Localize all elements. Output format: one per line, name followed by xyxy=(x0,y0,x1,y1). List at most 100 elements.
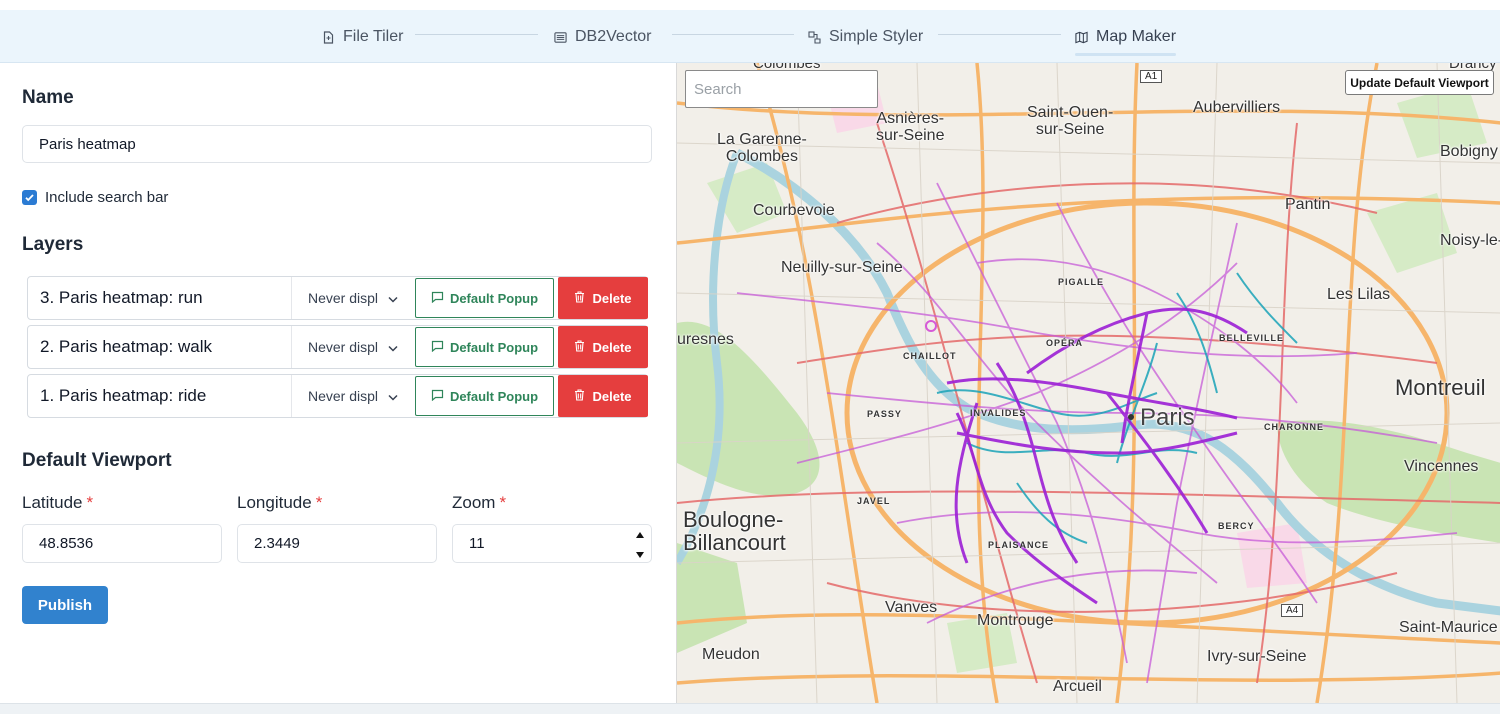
comment-icon xyxy=(431,340,444,355)
place-label: Meudon xyxy=(702,646,760,663)
layer-row: 2. Paris heatmap: walk Never displ Defau… xyxy=(27,325,648,369)
latitude-label-text: Latitude xyxy=(22,493,83,512)
place-label: Bobigny xyxy=(1440,143,1498,160)
place-label: Noisy-le- xyxy=(1440,232,1500,249)
trash-icon xyxy=(574,388,585,404)
neighborhood-label: INVALIDES xyxy=(970,408,1027,418)
required-mark: * xyxy=(499,493,507,512)
place-label: Arcueil xyxy=(1053,678,1102,695)
zoom-value: 11 xyxy=(469,535,485,552)
zoom-stepper[interactable] xyxy=(635,531,645,559)
neighborhood-label: PIGALLE xyxy=(1058,277,1105,287)
tab-label: File Tiler xyxy=(343,28,404,45)
include-search-label: Include search bar xyxy=(45,189,169,206)
nav-connector xyxy=(672,34,794,35)
layer-row: 3. Paris heatmap: run Never displ Defaul… xyxy=(27,276,648,320)
trash-icon xyxy=(574,339,585,355)
place-label: Saint-Maurice xyxy=(1399,619,1498,636)
default-popup-button[interactable]: Default Popup xyxy=(415,327,554,367)
place-label: Vanves xyxy=(885,599,938,616)
tab-label: Map Maker xyxy=(1096,28,1177,45)
layer-display-value: Never displ xyxy=(308,290,379,306)
default-viewport-heading: Default Viewport xyxy=(22,450,172,471)
zoom-label-text: Zoom xyxy=(452,493,496,512)
place-label: La Garenne- Colombes xyxy=(717,131,807,165)
tab-map-maker[interactable]: Map Maker xyxy=(1075,22,1177,56)
database-icon xyxy=(554,31,567,44)
layer-name: 1. Paris heatmap: ride xyxy=(40,386,207,405)
step-down-icon[interactable] xyxy=(635,551,645,559)
map-view[interactable]: Colombes Drancy Asnières- sur-Seine Sain… xyxy=(676,63,1500,703)
park-meudon xyxy=(677,543,747,653)
chevron-down-icon xyxy=(388,339,398,355)
default-popup-button[interactable]: Default Popup xyxy=(415,278,554,318)
required-mark: * xyxy=(315,493,323,512)
latitude-input[interactable]: 48.8536 xyxy=(22,524,222,563)
delete-layer-button[interactable]: Delete xyxy=(558,326,648,368)
place-label: uresnes xyxy=(677,331,734,348)
update-default-viewport-button[interactable]: Update Default Viewport xyxy=(1345,70,1494,95)
tab-label: Simple Styler xyxy=(829,28,924,45)
delete-label: Delete xyxy=(592,290,632,306)
nav-connector xyxy=(938,34,1061,35)
top-strip xyxy=(0,0,1500,10)
place-label: Saint-Ouen- sur-Seine xyxy=(1027,104,1114,138)
delete-layer-button[interactable]: Delete xyxy=(558,375,648,417)
longitude-value: 2.3449 xyxy=(254,535,300,552)
palette-icon xyxy=(808,30,821,44)
layer-display-value: Never displ xyxy=(308,388,379,404)
neighborhood-label: PLAISANCE xyxy=(988,540,1050,550)
tab-simple-styler[interactable]: Simple Styler xyxy=(808,22,923,52)
layer-name: 3. Paris heatmap: run xyxy=(40,288,203,307)
publish-button[interactable]: Publish xyxy=(22,586,108,624)
zoom-input[interactable]: 11 xyxy=(452,524,652,563)
comment-icon xyxy=(431,389,444,404)
bottom-bar xyxy=(0,703,1500,714)
place-label-paris: Paris xyxy=(1140,404,1195,431)
neighborhood-label: OPÉRA xyxy=(1046,338,1084,348)
layer-display-select[interactable]: Never displ xyxy=(291,375,412,417)
delete-layer-button[interactable]: Delete xyxy=(558,277,648,319)
tab-label: DB2Vector xyxy=(575,28,652,45)
road-shield-a4: A4 xyxy=(1281,604,1304,617)
default-popup-button[interactable]: Default Popup xyxy=(415,376,554,416)
chevron-down-icon xyxy=(388,290,398,306)
longitude-input[interactable]: 2.3449 xyxy=(237,524,437,563)
place-label: Boulogne- Billancourt xyxy=(683,507,786,556)
top-nav: File Tiler DB2Vector Simple Styler Map M… xyxy=(0,10,1500,63)
layer-display-select[interactable]: Never displ xyxy=(291,326,412,368)
tab-db2vector[interactable]: DB2Vector xyxy=(554,22,651,52)
neighborhood-label: BERCY xyxy=(1218,521,1255,531)
include-search-row: Include search bar xyxy=(22,189,168,206)
neighborhood-label: BELLEVILLE xyxy=(1219,333,1285,343)
layer-name: 2. Paris heatmap: walk xyxy=(40,337,212,356)
place-label: Courbevoie xyxy=(753,202,835,219)
comment-icon xyxy=(431,291,444,306)
delete-label: Delete xyxy=(592,339,632,355)
include-search-checkbox[interactable] xyxy=(22,190,37,205)
paris-center-dot xyxy=(1128,414,1134,420)
map-maker-form: Name Paris heatmap Include search bar La… xyxy=(0,63,676,703)
name-input[interactable]: Paris heatmap xyxy=(22,125,652,163)
place-label: Pantin xyxy=(1285,196,1331,213)
place-label: Vincennes xyxy=(1404,458,1479,475)
default-popup-label: Default Popup xyxy=(449,339,539,355)
longitude-label: Longitude * xyxy=(237,493,322,513)
place-label: Neuilly-sur-Seine xyxy=(781,259,903,276)
zoom-label: Zoom * xyxy=(452,493,506,513)
neighborhood-label: CHAILLOT xyxy=(903,351,957,361)
name-input-value: Paris heatmap xyxy=(39,135,136,153)
layer-display-select[interactable]: Never displ xyxy=(291,277,412,319)
etoile-circle xyxy=(925,320,937,332)
place-label: Ivry-sur-Seine xyxy=(1207,648,1307,665)
name-heading: Name xyxy=(22,87,74,108)
step-up-icon[interactable] xyxy=(635,531,645,539)
neighborhood-label: JAVEL xyxy=(857,496,891,506)
bois-de-vincennes xyxy=(1277,420,1500,543)
tab-file-tiler[interactable]: File Tiler xyxy=(322,22,403,52)
default-popup-label: Default Popup xyxy=(449,290,539,306)
place-label: Montrouge xyxy=(977,612,1054,629)
map-icon xyxy=(1075,31,1088,44)
place-label: Aubervilliers xyxy=(1193,99,1281,116)
map-search-input[interactable]: Search xyxy=(685,70,878,108)
